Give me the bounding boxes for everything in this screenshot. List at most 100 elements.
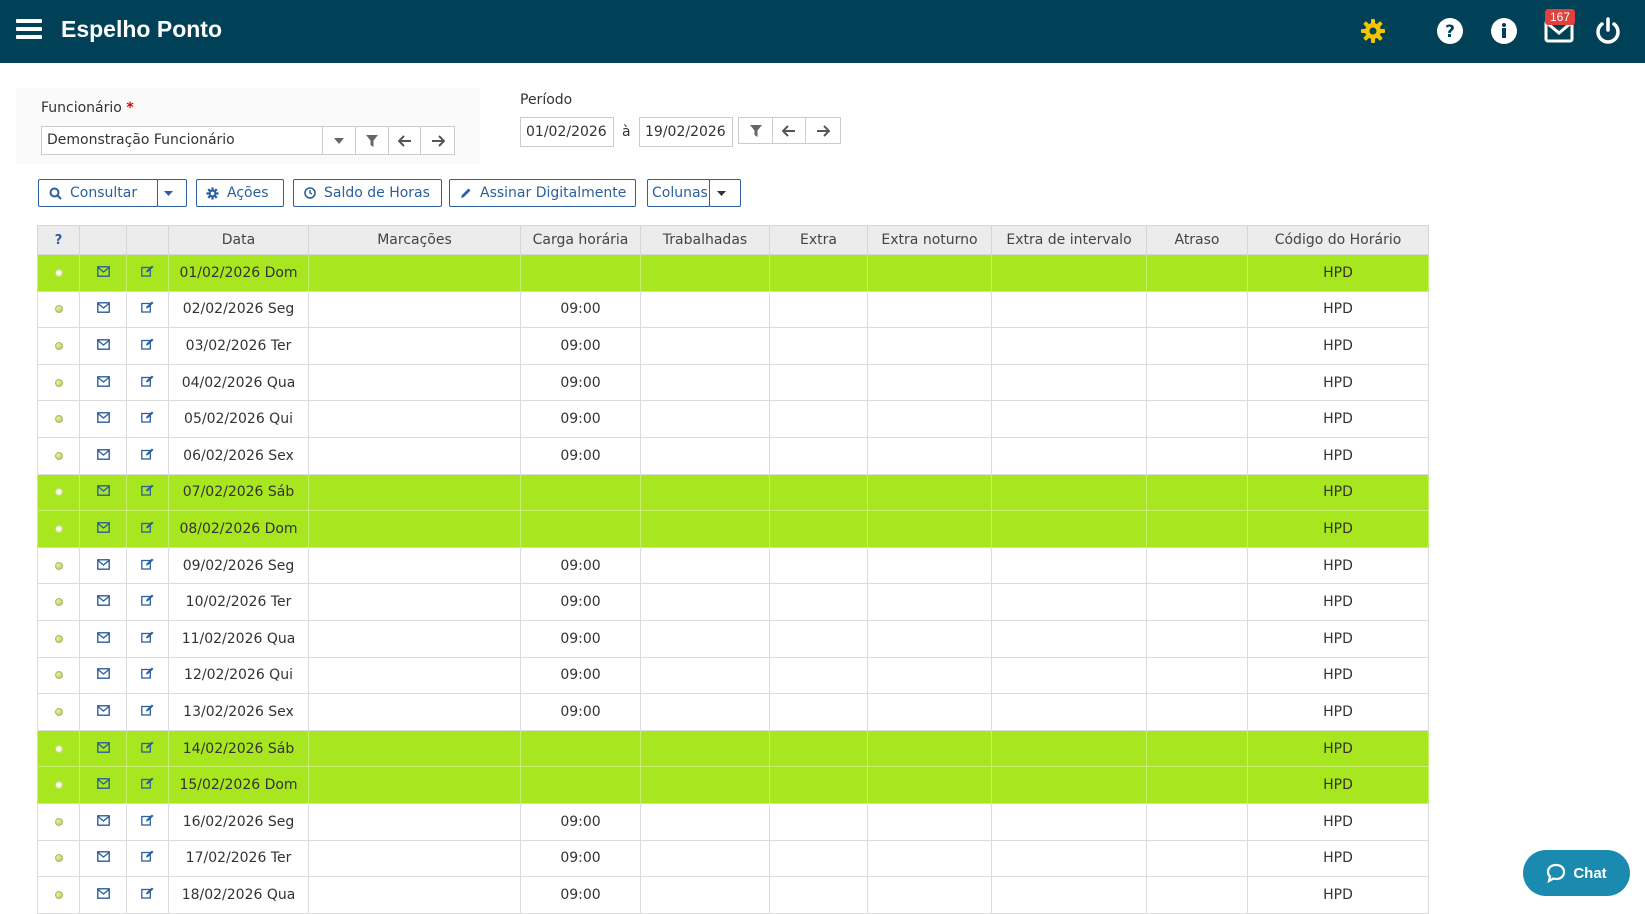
- table-row[interactable]: 13/02/2026 Sex 09:00 HPD: [37, 693, 1429, 731]
- mail-cell[interactable]: [79, 436, 127, 475]
- edit-cell[interactable]: [126, 546, 169, 585]
- employee-next-button[interactable]: [420, 126, 455, 155]
- mail-cell[interactable]: [79, 619, 127, 658]
- col-header-codigo-horario[interactable]: Código do Horário: [1247, 225, 1429, 255]
- edit-cell[interactable]: [126, 619, 169, 658]
- mail-cell[interactable]: [79, 693, 127, 731]
- chat-button[interactable]: Chat: [1523, 850, 1630, 896]
- table-row[interactable]: 14/02/2026 Sáb HPD: [37, 729, 1429, 768]
- edit-cell[interactable]: [126, 839, 169, 878]
- col-header-atraso[interactable]: Atraso: [1146, 225, 1248, 255]
- mail-cell[interactable]: [79, 802, 127, 841]
- edit-cell[interactable]: [126, 656, 169, 695]
- table-row[interactable]: 03/02/2026 Ter 09:00 HPD: [37, 327, 1429, 365]
- mail-cell[interactable]: [79, 839, 127, 878]
- table-row[interactable]: 05/02/2026 Qui 09:00 HPD: [37, 400, 1429, 438]
- edit-cell[interactable]: [126, 802, 169, 841]
- col-header-extra-noturno[interactable]: Extra noturno: [867, 225, 992, 255]
- date-from-input[interactable]: 01/02/2026: [520, 117, 614, 147]
- trabalhadas-cell: [640, 729, 770, 768]
- mail-cell[interactable]: [79, 327, 127, 365]
- period-next-button[interactable]: [805, 117, 841, 144]
- table-row[interactable]: 10/02/2026 Ter 09:00 HPD: [37, 583, 1429, 621]
- edit-icon: [141, 741, 154, 753]
- extra-noturno-cell: [867, 876, 992, 914]
- col-header-extra[interactable]: Extra: [769, 225, 868, 255]
- help-column-header[interactable]: ?: [37, 225, 80, 255]
- acoes-button[interactable]: Ações: [196, 179, 284, 207]
- menu-icon[interactable]: [16, 19, 42, 41]
- edit-cell[interactable]: [126, 436, 169, 475]
- period-prev-button[interactable]: [772, 117, 806, 144]
- table-row[interactable]: 04/02/2026 Qua 09:00 HPD: [37, 363, 1429, 402]
- col-header-marcacoes[interactable]: Marcações: [308, 225, 521, 255]
- mail-cell[interactable]: [79, 473, 127, 512]
- extra-noturno-cell: [867, 510, 992, 548]
- edit-cell[interactable]: [126, 400, 169, 438]
- table-row[interactable]: 18/02/2026 Qua 09:00 HPD: [37, 876, 1429, 914]
- status-cell: [37, 583, 80, 621]
- consultar-dropdown-button[interactable]: [157, 179, 187, 207]
- colunas-button[interactable]: Colunas: [647, 179, 710, 207]
- mail-cell[interactable]: [79, 290, 127, 329]
- marcacoes-cell: [308, 473, 521, 512]
- mail-cell[interactable]: [79, 656, 127, 695]
- table-row[interactable]: 17/02/2026 Ter 09:00 HPD: [37, 839, 1429, 878]
- help-icon[interactable]: ?: [1436, 17, 1464, 45]
- col-header-carga-horaria[interactable]: Carga horária: [520, 225, 641, 255]
- edit-icon: [141, 411, 154, 423]
- table-row[interactable]: 11/02/2026 Qua 09:00 HPD: [37, 619, 1429, 658]
- caret-down-icon: [716, 190, 726, 196]
- mail-cell[interactable]: [79, 766, 127, 804]
- mail-cell[interactable]: [79, 583, 127, 621]
- edit-cell[interactable]: [126, 729, 169, 768]
- table-row[interactable]: 06/02/2026 Sex 09:00 HPD: [37, 436, 1429, 475]
- edit-cell[interactable]: [126, 876, 169, 914]
- employee-dropdown-button[interactable]: [322, 126, 356, 155]
- period-filter-button[interactable]: [738, 117, 773, 144]
- edit-cell[interactable]: [126, 290, 169, 329]
- mail-cell[interactable]: [79, 510, 127, 548]
- edit-cell[interactable]: [126, 583, 169, 621]
- atraso-cell: [1146, 693, 1248, 731]
- mail-cell[interactable]: [79, 254, 127, 292]
- table-row[interactable]: 07/02/2026 Sáb HPD: [37, 473, 1429, 512]
- status-dot-icon: [54, 561, 63, 570]
- gear-icon[interactable]: [1359, 17, 1387, 45]
- employee-select[interactable]: Demonstração Funcionário: [41, 126, 323, 155]
- mail-cell[interactable]: [79, 400, 127, 438]
- date-to-input[interactable]: 19/02/2026: [639, 117, 733, 147]
- edit-cell[interactable]: [126, 510, 169, 548]
- edit-cell[interactable]: [126, 327, 169, 365]
- col-header-data[interactable]: Data: [168, 225, 309, 255]
- table-row[interactable]: 08/02/2026 Dom HPD: [37, 510, 1429, 548]
- mail-cell[interactable]: [79, 876, 127, 914]
- employee-prev-button[interactable]: [388, 126, 421, 155]
- col-header-trabalhadas[interactable]: Trabalhadas: [640, 225, 770, 255]
- table-row[interactable]: 16/02/2026 Seg 09:00 HPD: [37, 802, 1429, 841]
- power-icon[interactable]: [1594, 17, 1622, 45]
- edit-cell[interactable]: [126, 693, 169, 731]
- table-row[interactable]: 12/02/2026 Qui 09:00 HPD: [37, 656, 1429, 695]
- carga-horaria-cell: [520, 766, 641, 804]
- colunas-dropdown-button[interactable]: [709, 179, 741, 207]
- assinar-digitalmente-button[interactable]: Assinar Digitalmente: [449, 179, 636, 207]
- edit-cell[interactable]: [126, 254, 169, 292]
- mail-cell[interactable]: [79, 546, 127, 585]
- mail-cell[interactable]: [79, 729, 127, 768]
- edit-cell[interactable]: [126, 473, 169, 512]
- carga-horaria-cell: 09:00: [520, 656, 641, 695]
- edit-cell[interactable]: [126, 766, 169, 804]
- consultar-button[interactable]: Consultar: [38, 179, 158, 207]
- saldo-horas-button[interactable]: Saldo de Horas: [293, 179, 442, 207]
- mail-cell[interactable]: [79, 363, 127, 402]
- edit-cell[interactable]: [126, 363, 169, 402]
- info-icon[interactable]: [1490, 17, 1518, 45]
- employee-filter-button[interactable]: [355, 126, 389, 155]
- table-row[interactable]: 02/02/2026 Seg 09:00 HPD: [37, 290, 1429, 329]
- table-row[interactable]: 15/02/2026 Dom HPD: [37, 766, 1429, 804]
- table-row[interactable]: 09/02/2026 Seg 09:00 HPD: [37, 546, 1429, 585]
- col-header-extra-intervalo[interactable]: Extra de intervalo: [991, 225, 1147, 255]
- table-row[interactable]: 01/02/2026 Dom HPD: [37, 254, 1429, 292]
- edit-icon: [141, 704, 154, 716]
